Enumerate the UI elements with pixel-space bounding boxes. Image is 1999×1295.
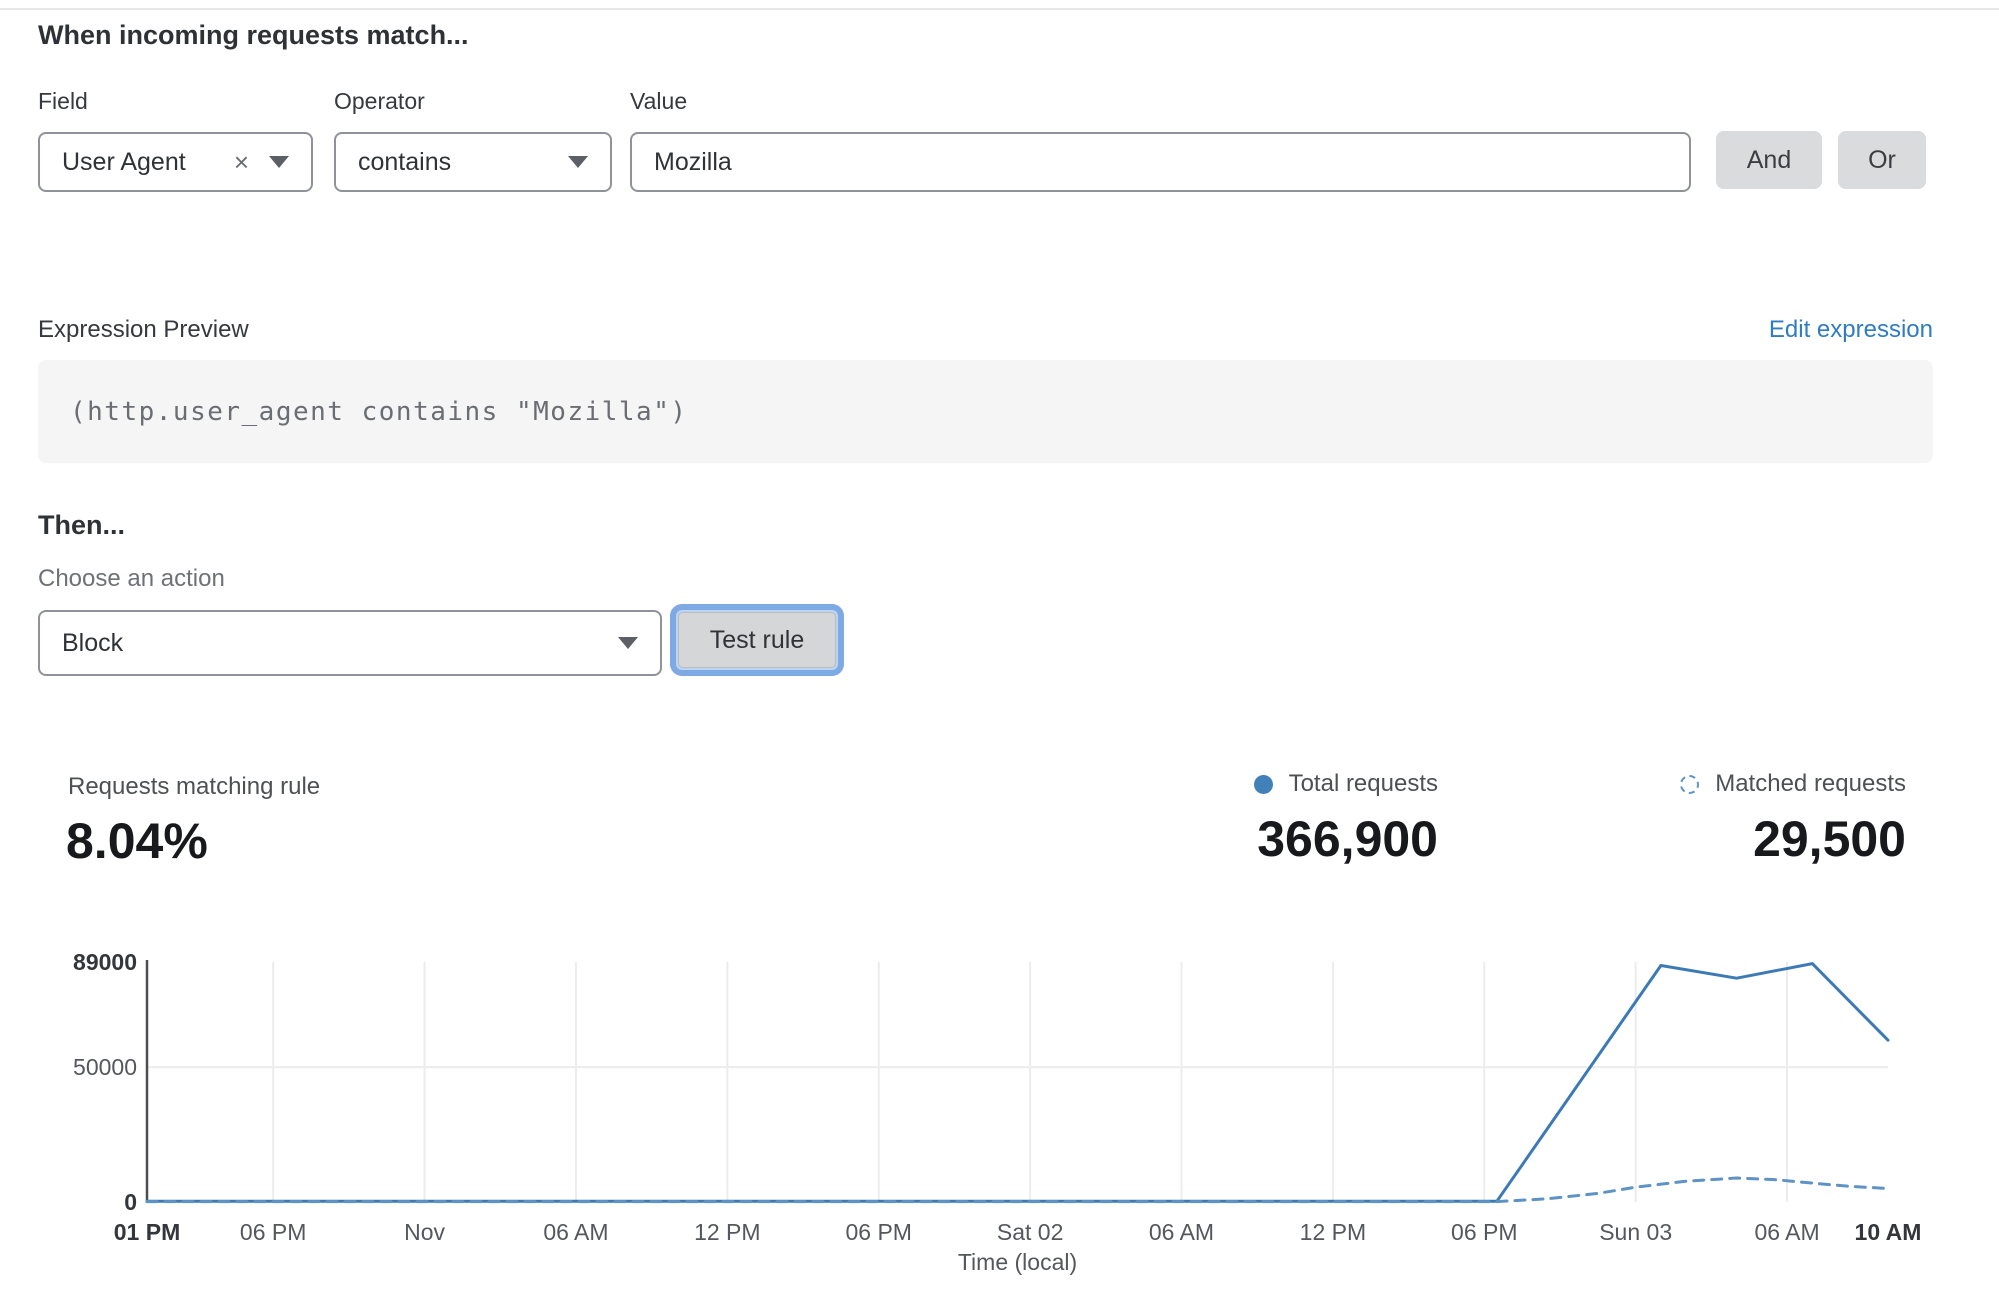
value-label: Value <box>630 88 687 115</box>
legend-total-row[interactable]: Total requests <box>1254 770 1438 798</box>
value-input[interactable] <box>654 148 1667 177</box>
y-tick-label: 0 <box>124 1189 137 1215</box>
action-select-value: Block <box>62 629 123 658</box>
y-tick-label: 50000 <box>73 1054 137 1080</box>
total-requests-value: 366,900 <box>1257 810 1438 868</box>
expression-preview-box: (http.user_agent contains "Mozilla") <box>38 360 1933 463</box>
expression-preview-label: Expression Preview <box>38 316 249 344</box>
test-rule-button[interactable]: Test rule <box>678 612 836 668</box>
x-axis-title: Time (local) <box>958 1249 1077 1275</box>
total-requests-label: Total requests <box>1289 770 1438 798</box>
operator-select[interactable]: contains <box>334 132 612 192</box>
x-tick-label: 06 PM <box>845 1219 911 1245</box>
chevron-down-icon <box>568 156 588 168</box>
value-input-wrap <box>630 132 1691 192</box>
x-tick-label: Nov <box>404 1219 445 1245</box>
then-title: Then... <box>38 510 125 541</box>
legend-matched-requests: Matched requests 29,500 <box>1680 770 1906 868</box>
edit-expression-link[interactable]: Edit expression <box>1769 316 1933 344</box>
field-select[interactable]: User Agent × <box>38 132 313 192</box>
x-tick-label: 06 AM <box>1754 1219 1819 1245</box>
requests-matching-rule-value: 8.04% <box>66 812 208 870</box>
operator-label: Operator <box>334 88 425 115</box>
expression-code: (http.user_agent contains "Mozilla") <box>70 397 688 427</box>
x-tick-label: Sun 03 <box>1599 1219 1672 1245</box>
matched-requests-value: 29,500 <box>1753 810 1906 868</box>
choose-action-label: Choose an action <box>38 565 225 593</box>
legend-matched-row[interactable]: Matched requests <box>1680 770 1906 798</box>
test-rule-focus-ring: Test rule <box>670 604 844 676</box>
x-tick-label: 12 PM <box>1300 1219 1366 1245</box>
legend-total-requests: Total requests 366,900 <box>1254 770 1438 868</box>
x-tick-label: 06 PM <box>240 1219 306 1245</box>
x-tick-label: 12 PM <box>694 1219 760 1245</box>
requests-chart: 0 50000 89000 01 PM 06 PM Nov 06 AM 12 PM 06 PM S… <box>0 930 1999 1290</box>
when-requests-match-title: When incoming requests match... <box>38 20 469 51</box>
top-divider <box>0 8 1999 10</box>
x-tick-label: 01 PM <box>114 1219 180 1245</box>
requests-matching-rule-label: Requests matching rule <box>68 773 320 801</box>
field-label: Field <box>38 88 88 115</box>
chevron-down-icon <box>269 156 289 168</box>
chevron-down-icon <box>618 637 638 649</box>
x-tick-label: 06 AM <box>1149 1219 1214 1245</box>
matched-requests-label: Matched requests <box>1715 770 1906 798</box>
x-tick-label: Sat 02 <box>997 1219 1064 1245</box>
and-button[interactable]: And <box>1716 131 1822 189</box>
x-tick-label: 06 AM <box>543 1219 608 1245</box>
matched-requests-line <box>147 1178 1888 1202</box>
x-tick-label: 06 PM <box>1451 1219 1517 1245</box>
x-tick-label: 10 AM <box>1855 1219 1922 1245</box>
y-tick-label: 89000 <box>73 949 137 975</box>
total-requests-line <box>147 964 1888 1202</box>
dashed-circle-icon <box>1680 775 1699 794</box>
operator-select-value: contains <box>358 148 451 177</box>
action-select[interactable]: Block <box>38 610 662 676</box>
or-button[interactable]: Or <box>1838 131 1926 189</box>
clear-x-icon[interactable]: × <box>234 149 249 175</box>
solid-dot-icon <box>1254 775 1273 794</box>
field-select-value: User Agent <box>62 148 186 177</box>
requests-line-chart: 0 50000 89000 01 PM 06 PM Nov 06 AM 12 PM 06 PM S… <box>0 930 1999 1290</box>
